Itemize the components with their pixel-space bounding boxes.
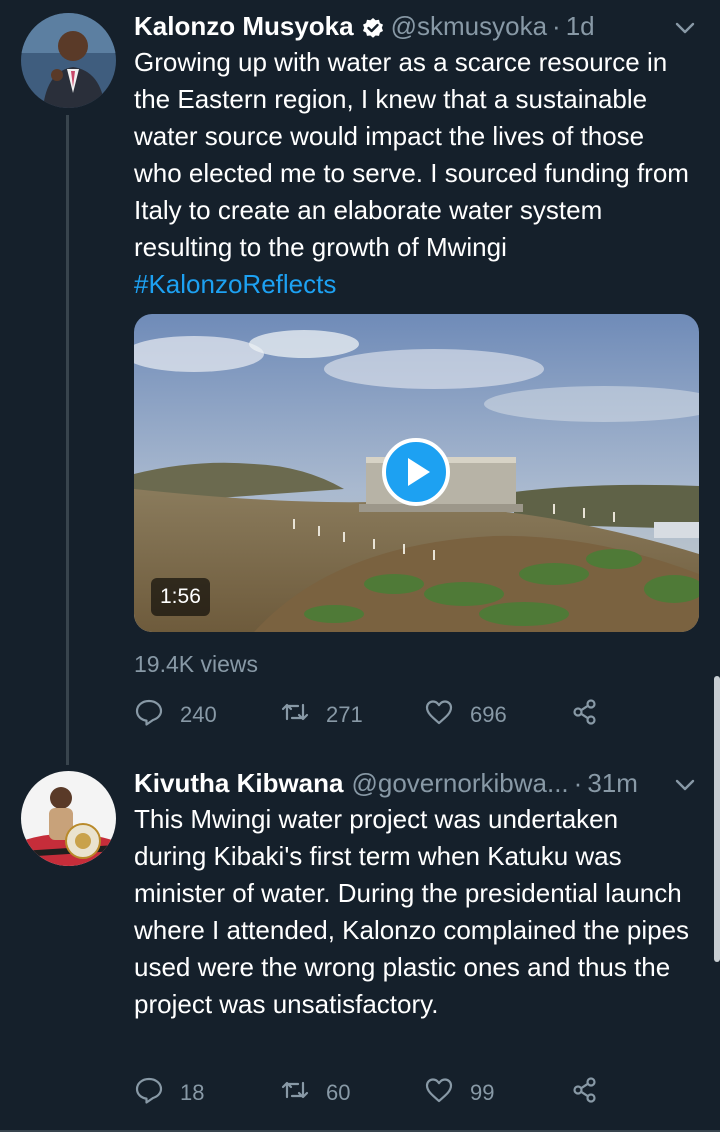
- author-name[interactable]: Kalonzo Musyoka: [134, 8, 354, 44]
- tweet-timestamp[interactable]: 31m: [587, 765, 638, 801]
- tweet-actions: 240 271 696: [134, 697, 614, 733]
- reply-count: 240: [180, 702, 217, 727]
- separator-dot: ·: [552, 11, 561, 41]
- tweet-timestamp[interactable]: 1d: [566, 8, 595, 44]
- heart-icon: [424, 697, 454, 733]
- avatar[interactable]: [21, 771, 116, 866]
- tweet-header: Kivutha Kibwana @governorkibwa... · 31m: [134, 765, 698, 801]
- view-count: 19.4K views: [134, 651, 259, 677]
- tweet[interactable]: Kivutha Kibwana @governorkibwa... · 31m …: [0, 755, 720, 1132]
- like-count: 696: [470, 702, 507, 727]
- video-duration: 1:56: [151, 578, 210, 616]
- tweet-actions: 18 60 99: [134, 1075, 614, 1111]
- reply-icon: [134, 697, 164, 733]
- retweet-count: 271: [326, 702, 363, 727]
- play-button[interactable]: [382, 438, 450, 506]
- like-count: 99: [470, 1080, 495, 1105]
- avatar[interactable]: [21, 13, 116, 108]
- chevron-down-icon[interactable]: [672, 14, 698, 40]
- author-handle[interactable]: @skmusyoka: [391, 8, 547, 44]
- heart-icon: [424, 1075, 454, 1111]
- share-icon: [570, 697, 600, 733]
- scrollbar[interactable]: [714, 676, 720, 962]
- separator-dot: ·: [573, 768, 583, 798]
- author-name[interactable]: Kivutha Kibwana: [134, 765, 343, 801]
- share-icon: [570, 1075, 600, 1111]
- tweet-header: Kalonzo Musyoka @skmusyoka · 1d: [134, 8, 698, 44]
- chevron-down-icon[interactable]: [672, 771, 698, 797]
- hashtag-link[interactable]: #KalonzoReflects: [134, 269, 336, 299]
- author-handle[interactable]: @governorkibwa...: [351, 765, 568, 801]
- retweet-icon: [280, 1075, 310, 1111]
- share-button[interactable]: [570, 697, 600, 733]
- tweet-text: Growing up with water as a scarce resour…: [134, 44, 696, 303]
- retweet-count: 60: [326, 1080, 351, 1105]
- retweet-button[interactable]: 271: [280, 697, 363, 733]
- retweet-icon: [280, 697, 310, 733]
- thread-connector-line: [66, 115, 69, 765]
- verified-badge-icon: [361, 14, 385, 38]
- tweet-text: This Mwingi water project was undertaken…: [134, 804, 690, 1019]
- reply-button[interactable]: 240: [134, 697, 217, 733]
- reply-button[interactable]: 18: [134, 1075, 204, 1111]
- reply-icon: [134, 1075, 164, 1111]
- tweet[interactable]: Kalonzo Musyoka @skmusyoka · 1d Growing …: [0, 0, 720, 765]
- tweet-text-main: Growing up with water as a scarce resour…: [134, 47, 689, 262]
- retweet-button[interactable]: 60: [280, 1075, 350, 1111]
- like-button[interactable]: 99: [424, 1075, 494, 1111]
- reply-count: 18: [180, 1080, 205, 1105]
- like-button[interactable]: 696: [424, 697, 507, 733]
- share-button[interactable]: [570, 1075, 600, 1111]
